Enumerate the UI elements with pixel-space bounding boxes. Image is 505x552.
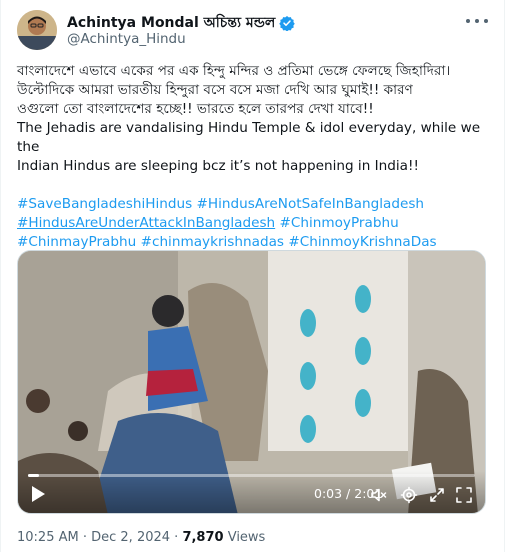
tweet-line-english-2: Indian Hindus are sleeping bcz it’s not …	[17, 158, 419, 174]
tweet-line-english-1: The Jehadis are vandalising Hindu Temple…	[17, 120, 481, 155]
hashtag-link[interactable]: #ChinmoyPrabhu	[279, 215, 398, 231]
fullscreen-icon[interactable]	[428, 486, 446, 504]
time-separator: /	[342, 486, 355, 501]
meta-separator: ·	[78, 530, 92, 545]
hashtag-line-2: #HindusAreUnderAttackInBangladesh #Chinm…	[17, 214, 495, 233]
video-player[interactable]: 0:03 / 2:01	[17, 250, 486, 514]
progress-bar[interactable]	[28, 474, 475, 477]
current-time: 0:03	[314, 486, 343, 501]
video-controls: 0:03 / 2:01	[18, 471, 485, 513]
settings-gear-icon[interactable]	[400, 486, 418, 504]
avatar[interactable]	[17, 10, 57, 50]
more-options-icon[interactable]	[466, 14, 488, 28]
volume-muted-icon[interactable]	[370, 486, 388, 504]
hashtag-line-1: #SaveBangladeshiHindus #HindusAreNotSafe…	[17, 195, 495, 214]
hashtag-link[interactable]: #SaveBangladeshiHindus	[17, 196, 192, 212]
tweet-time[interactable]: 10:25 AM	[17, 530, 79, 545]
tweet-line-bengali-2: উল্টোদিকে আমরা ভারতীয় হিন্দুরা বসে বসে …	[17, 82, 413, 98]
tweet-line-bengali-3: ওগুলো তো বাংলাদেশের হচ্ছে!! ভারতে হলে তা…	[17, 101, 374, 117]
views-count: 7,870	[182, 530, 224, 545]
tweet-date[interactable]: Dec 2, 2024	[91, 530, 170, 545]
progress-fill	[28, 474, 40, 477]
author-handle[interactable]: @Achintya_Hindu	[67, 31, 186, 47]
views-label: Views	[223, 530, 266, 545]
tweet-line-bengali-1: বাংলাদেশে এভাবে একের পর এক হিন্দু মন্দির…	[17, 63, 451, 79]
hashtag-link[interactable]: #ChinmayPrabhu	[17, 234, 136, 250]
play-icon[interactable]	[26, 483, 48, 505]
hashtag-link[interactable]: #chinmaykrishnadas	[141, 234, 284, 250]
tweet-card: Achintya Mondal অচিন্ত্য মন্ডল @Achintya…	[0, 0, 505, 552]
meta-separator: ·	[170, 530, 183, 545]
hashtag-link[interactable]: #HindusAreNotSafeInBangladesh	[197, 196, 425, 212]
hashtag-link[interactable]: #HindusAreUnderAttackInBangladesh	[17, 215, 275, 231]
hashtag-link[interactable]: #ChinmoyKrishnaDas	[288, 234, 436, 250]
tweet-meta: 10:25 AM · Dec 2, 2024 · 7,870 Views	[17, 530, 265, 545]
expand-icon[interactable]	[455, 486, 473, 504]
tweet-text: বাংলাদেশে এভাবে একের পর এক হিন্দু মন্দির…	[17, 62, 495, 252]
verified-badge-icon	[279, 15, 296, 32]
